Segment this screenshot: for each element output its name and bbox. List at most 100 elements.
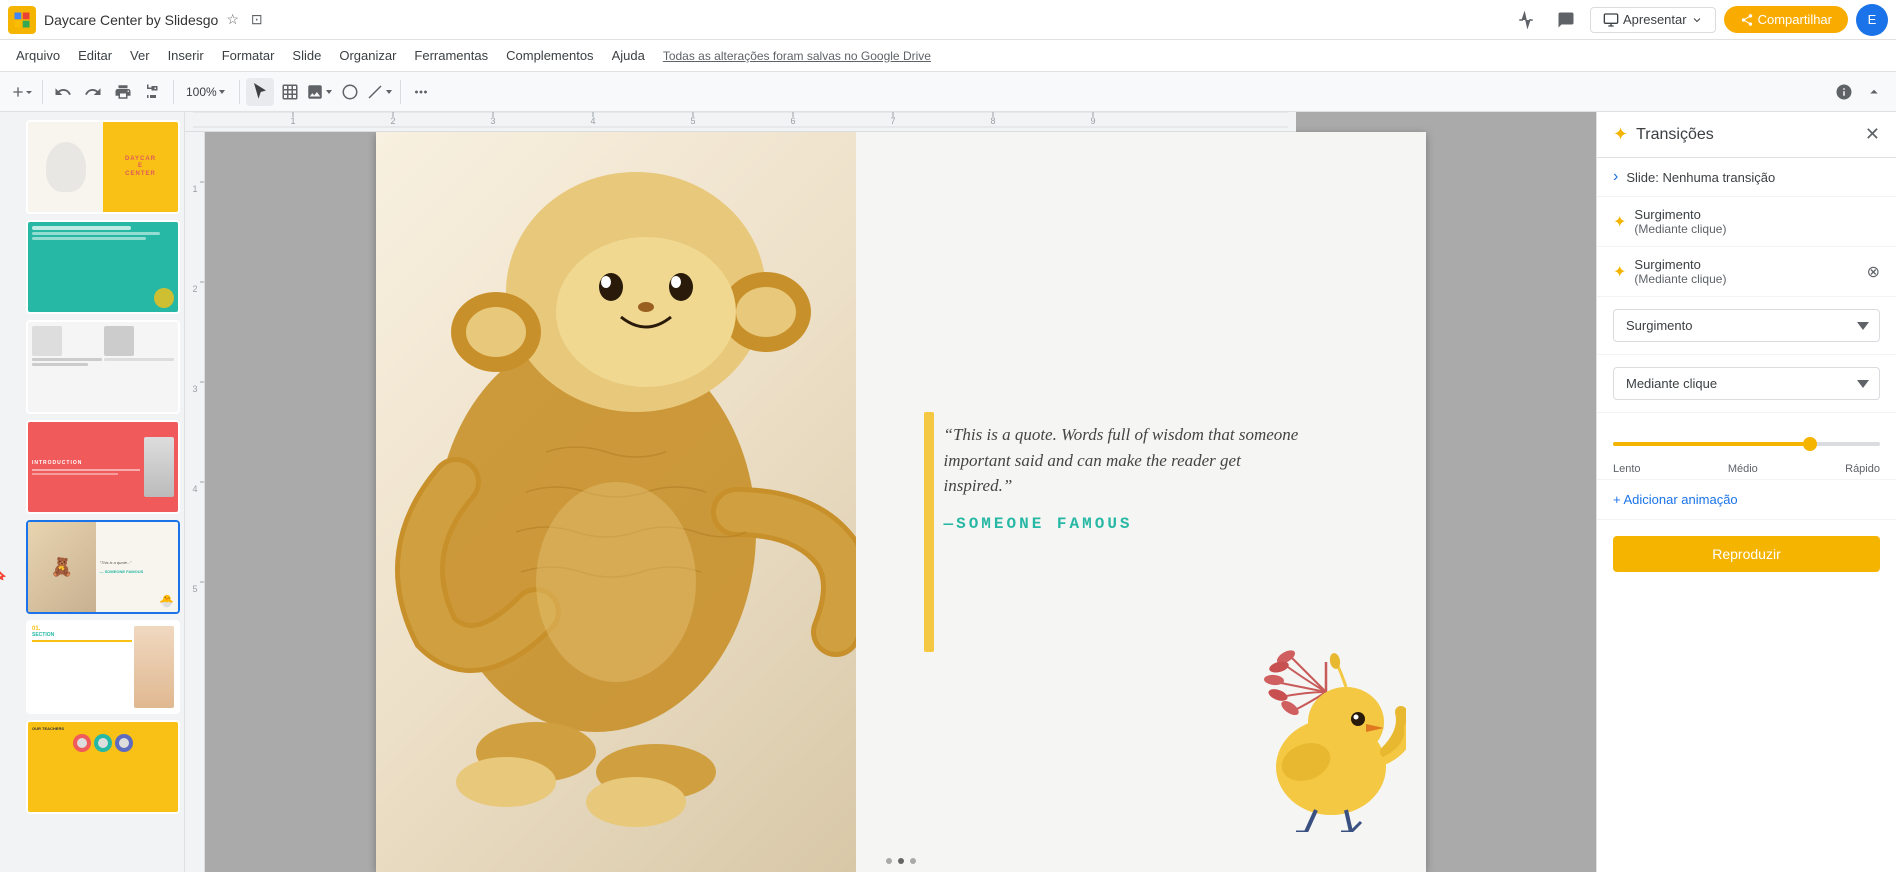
comment-icon[interactable]: [1550, 4, 1582, 36]
toolbar-separator-3: [239, 80, 240, 104]
menu-organizar[interactable]: Organizar: [331, 44, 404, 67]
trigger-section: Mediante clique: [1597, 355, 1896, 413]
transitions-panel: ✦ Transições ✕ › Slide: Nenhuma transiçã…: [1596, 112, 1896, 872]
redo-button[interactable]: [79, 78, 107, 106]
svg-text:3: 3: [192, 384, 197, 394]
slide-transition-row[interactable]: › Slide: Nenhuma transição: [1597, 158, 1896, 197]
slide-num-1: 1: [0, 161, 2, 173]
svg-text:2: 2: [390, 116, 395, 126]
zoom-button[interactable]: 100%: [180, 78, 233, 106]
undo-button[interactable]: [49, 78, 77, 106]
menu-editar[interactable]: Editar: [70, 44, 120, 67]
menu-ajuda[interactable]: Ajuda: [604, 44, 653, 67]
speed-labels: Lento Médio Rápido: [1613, 463, 1880, 475]
present-label: Apresentar: [1623, 12, 1687, 27]
svg-text:5: 5: [192, 584, 197, 594]
slide-thumb-6[interactable]: 01. SECTION: [26, 620, 180, 714]
assistant-button[interactable]: [1830, 78, 1858, 106]
svg-text:9: 9: [1090, 116, 1095, 126]
reproduce-button[interactable]: Reproduzir: [1613, 536, 1880, 572]
menu-slide[interactable]: Slide: [284, 44, 329, 67]
anim-info-1: Surgimento (Mediante clique): [1634, 207, 1880, 236]
menu-formatar[interactable]: Formatar: [214, 44, 283, 67]
present-button[interactable]: Apresentar: [1590, 7, 1716, 33]
dot-1: [886, 858, 892, 864]
slide-transition-label: Slide: Nenhuma transição: [1626, 170, 1775, 185]
activity-icon[interactable]: [1510, 4, 1542, 36]
menu-complementos[interactable]: Complementos: [498, 44, 601, 67]
anim-trigger-2: (Mediante clique): [1634, 272, 1858, 286]
svg-text:4: 4: [590, 116, 595, 126]
more-tools-button[interactable]: [407, 78, 435, 106]
slide-thumb-2[interactable]: [26, 220, 180, 314]
anim-icon-2: ✦: [1613, 262, 1626, 282]
folder-icon[interactable]: ⊡: [247, 9, 267, 30]
menu-ver[interactable]: Ver: [122, 44, 158, 67]
bookmark-icon-5: 🔖: [0, 567, 7, 581]
frame-tool-button[interactable]: [276, 78, 304, 106]
svg-text:1: 1: [290, 116, 295, 126]
top-bar: Daycare Center by Slidesgo ☆ ⊡ Apresenta…: [0, 0, 1896, 40]
slide-thumb-7[interactable]: OUR TEACHERS: [26, 720, 180, 814]
paint-format-button[interactable]: [139, 78, 167, 106]
panel-title-label: Transições: [1636, 126, 1714, 144]
menu-inserir[interactable]: Inserir: [160, 44, 212, 67]
main-layout: 1 DAYCARECENTER 2: [0, 112, 1896, 872]
slide-num-4: 4: [0, 461, 2, 473]
speed-label-fast: Rápido: [1845, 463, 1880, 475]
editor-area: 1 2 3 4 5 6 7 8 9: [185, 112, 1596, 872]
panel-title-container: ✦ Transições: [1613, 124, 1714, 145]
svg-text:1: 1: [192, 184, 197, 194]
speed-slider[interactable]: [1613, 442, 1880, 446]
toolbar: 100%: [0, 72, 1896, 112]
menu-arquivo[interactable]: Arquivo: [8, 44, 68, 67]
transitions-icon: ✦: [1613, 124, 1628, 145]
slide-canvas[interactable]: “This is a quote. Words full of wisdom t…: [376, 132, 1426, 872]
print-button[interactable]: [109, 78, 137, 106]
dot-3: [910, 858, 916, 864]
transition-type-select[interactable]: Surgimento: [1613, 309, 1880, 342]
autosave-status[interactable]: Todas as alterações foram salvas no Goog…: [663, 49, 931, 63]
svg-text:3: 3: [490, 116, 495, 126]
top-right-actions: Apresentar Compartilhar E: [1510, 4, 1888, 36]
share-button[interactable]: Compartilhar: [1724, 6, 1848, 33]
user-avatar[interactable]: E: [1856, 4, 1888, 36]
slide-num-3: 3: [0, 361, 2, 373]
panel-header: ✦ Transições ✕: [1597, 112, 1896, 158]
svg-text:6: 6: [790, 116, 795, 126]
slide-thumb-1[interactable]: DAYCARECENTER: [26, 120, 180, 214]
slide-thumb-5[interactable]: 🧸 "This is a quote..." — SOMEONE FAMOUS …: [26, 520, 180, 614]
toolbar-separator-1: [42, 80, 43, 104]
collapse-panel-button[interactable]: [1860, 78, 1888, 106]
trigger-select[interactable]: Mediante clique: [1613, 367, 1880, 400]
speed-slider-container: [1613, 425, 1880, 459]
speed-label-medium: Médio: [1728, 463, 1758, 475]
slide-panel: 1 DAYCARECENTER 2: [0, 112, 185, 872]
image-tool-button[interactable]: [306, 78, 334, 106]
select-tool-button[interactable]: [246, 78, 274, 106]
add-animation-button[interactable]: + Adicionar animação: [1597, 480, 1896, 520]
slide-thumb-4[interactable]: INTRODUCTION: [26, 420, 180, 514]
anim-info-2: Surgimento (Mediante clique): [1634, 257, 1858, 286]
doc-title: Daycare Center by Slidesgo: [44, 12, 218, 28]
add-button[interactable]: [8, 78, 36, 106]
menu-bar: Arquivo Editar Ver Inserir Formatar Slid…: [0, 40, 1896, 72]
anim-trigger-1: (Mediante clique): [1634, 222, 1880, 236]
slide-thumb-3[interactable]: [26, 320, 180, 414]
slide-num-6: 6: [0, 661, 2, 673]
slide-num-7: 7: [0, 761, 2, 773]
svg-text:4: 4: [192, 484, 197, 494]
animation-row-2: ✦ Surgimento (Mediante clique) ⊗: [1597, 247, 1896, 297]
panel-close-button[interactable]: ✕: [1865, 124, 1880, 145]
anim-icon-1: ✦: [1613, 212, 1626, 232]
dot-2: [898, 858, 904, 864]
menu-ferramentas[interactable]: Ferramentas: [406, 44, 496, 67]
share-label: Compartilhar: [1758, 12, 1832, 27]
shape-tool-button[interactable]: [336, 78, 364, 106]
app-logo: [8, 6, 36, 34]
speed-section: Lento Médio Rápido: [1597, 413, 1896, 480]
anim-delete-button-2[interactable]: ⊗: [1867, 262, 1880, 282]
line-tool-button[interactable]: [366, 78, 394, 106]
star-icon[interactable]: ☆: [222, 9, 243, 30]
reproduce-label: Reproduzir: [1712, 546, 1780, 562]
